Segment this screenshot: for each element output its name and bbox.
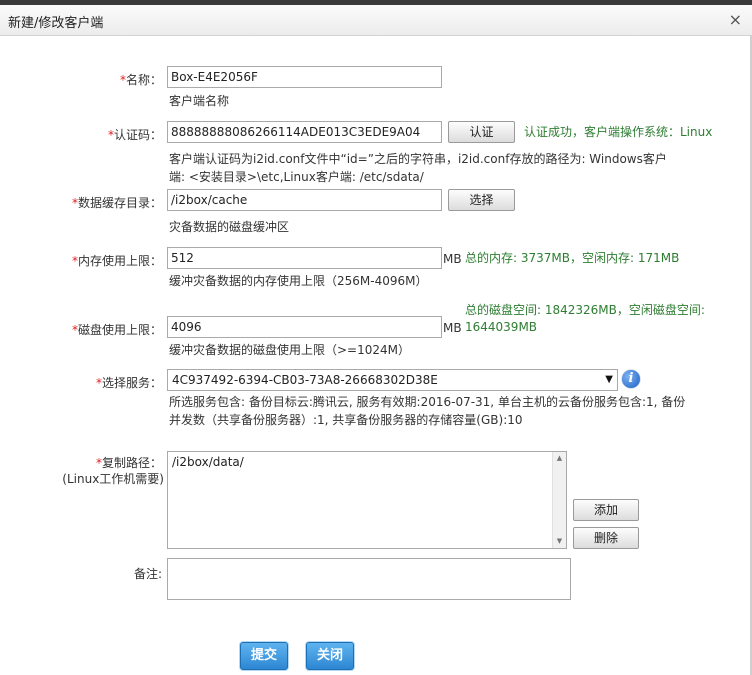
delete-path-button[interactable]: 删除: [573, 527, 639, 549]
remark-label: 备注:: [133, 567, 162, 581]
memory-info: 总的内存: 3737MB，空闲内存: 171MB: [465, 251, 680, 265]
copy-path-entry[interactable]: /i2box/data/: [172, 455, 562, 469]
scroll-up-icon[interactable]: ▲: [553, 452, 566, 465]
cache-dir-input[interactable]: /i2box/cache: [167, 189, 442, 211]
disk-unit: MB: [443, 321, 462, 335]
service-selected-value: 4C937492-6394-CB03-73A8-26668302D38E: [172, 373, 438, 387]
disk-info-line2: 1644039MB: [465, 320, 538, 334]
memory-limit-label: *内存使用上限：: [71, 254, 162, 268]
memory-limit-input[interactable]: 512: [167, 247, 442, 269]
auth-status: 认证成功，客户端操作系统：Linux: [524, 125, 713, 139]
memory-unit: MB: [443, 252, 462, 266]
memory-hint: 缓冲灾备数据的内存使用上限（256M-4096M）: [169, 274, 428, 288]
scroll-down-icon[interactable]: ▼: [553, 535, 566, 548]
authenticate-button[interactable]: 认证: [448, 121, 515, 143]
auth-code-label: *认证码：: [107, 128, 162, 142]
add-path-button[interactable]: 添加: [573, 499, 639, 521]
submit-button[interactable]: 提交: [240, 642, 288, 670]
auth-code-input[interactable]: 88888888086266114ADE013C3EDE9A04: [167, 121, 442, 143]
name-label: *名称：: [119, 73, 162, 87]
auth-code-hint: 客户端认证码为i2id.conf文件中“id=”之后的字符串，i2id.conf…: [169, 152, 667, 184]
disk-limit-input[interactable]: 4096: [167, 316, 442, 338]
remark-input[interactable]: [167, 558, 571, 600]
dialog-titlebar: 新建/修改客户端 ×: [0, 5, 752, 36]
choose-dir-button[interactable]: 选择: [448, 189, 515, 211]
name-input[interactable]: Box-E4E2056F: [167, 66, 442, 88]
dialog-title: 新建/修改客户端: [8, 16, 104, 31]
close-icon[interactable]: ×: [729, 10, 742, 29]
service-label: *选择服务：: [95, 376, 162, 390]
copy-path-sublabel: (Linux工作机需要): [62, 472, 164, 486]
copy-path-label: *复制路径：: [95, 456, 162, 470]
close-button[interactable]: 关闭: [306, 642, 354, 670]
name-hint: 客户端名称: [169, 94, 230, 108]
dropdown-caret-icon: ▼: [605, 374, 613, 385]
cache-dir-label: *数据缓存目录：: [71, 196, 162, 210]
copy-path-scrollbar[interactable]: ▲ ▼: [552, 452, 566, 548]
disk-hint: 缓冲灾备数据的磁盘使用上限（>=1024M）: [169, 343, 411, 357]
copy-path-list[interactable]: /i2box/data/ ▲ ▼: [167, 451, 567, 549]
info-icon[interactable]: i: [622, 370, 640, 388]
service-description: 所选服务包含: 备份目标云:腾讯云, 服务有效期:2016-07-31, 单台主…: [169, 395, 686, 427]
cache-dir-hint: 灾备数据的磁盘缓冲区: [169, 220, 290, 234]
disk-info-line1: 总的磁盘空间: 1842326MB，空闲磁盘空间:: [465, 303, 705, 317]
disk-limit-label: *磁盘使用上限：: [71, 323, 162, 337]
service-select[interactable]: 4C937492-6394-CB03-73A8-26668302D38E ▼: [167, 369, 618, 391]
